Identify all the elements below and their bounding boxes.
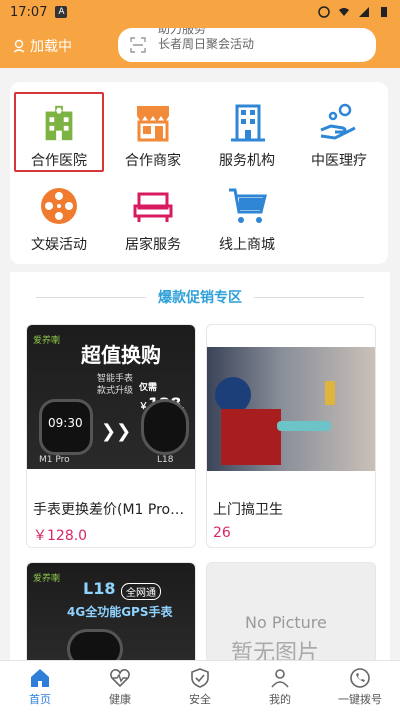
- network-badge: 全网通: [121, 583, 161, 600]
- sofa-icon: [133, 192, 173, 222]
- divider: [254, 296, 364, 298]
- product-card[interactable]: No Picture 暂无图片: [206, 562, 376, 660]
- wifi-icon: [339, 8, 349, 16]
- heart-pulse-icon: [110, 668, 130, 687]
- nav-mine[interactable]: 我的: [240, 661, 320, 712]
- service-tcm-therapy[interactable]: 中医理疗: [294, 92, 384, 172]
- service-label: 合作医院: [31, 153, 87, 169]
- service-label: 中医理疗: [311, 153, 367, 169]
- location-pin-icon: [13, 39, 25, 53]
- record-icon: [318, 6, 330, 18]
- signal-icon: [359, 7, 369, 17]
- watch-round-image: [67, 629, 123, 660]
- banner-subtitle: 智能手表 款式升级: [97, 373, 133, 397]
- service-cooperative-hospital[interactable]: 合作医院: [14, 92, 104, 172]
- product-image-watch-l18: 爱养喇 L18 全网通 4G全功能GPS手表: [27, 563, 195, 660]
- worker-figure: [215, 377, 251, 413]
- battery-icon: [381, 7, 387, 17]
- watch-square-image: 09:30: [39, 399, 93, 455]
- service-label: 合作商家: [125, 153, 181, 169]
- product-price: 26: [213, 525, 231, 541]
- worker-uniform: [221, 409, 281, 465]
- app-header: 加载中 助力服务 长者周日聚会活动: [0, 24, 400, 68]
- product-image-cleaning: [207, 347, 375, 471]
- service-home-care[interactable]: 居家服务: [108, 176, 198, 256]
- status-time: 17:07: [10, 4, 48, 20]
- product-card[interactable]: 爱养喇 超值换购 智能手表 款式升级 仅需￥128. 09:30 ❯❯ M1 P…: [26, 324, 196, 548]
- banner-title: L18: [83, 579, 116, 598]
- nav-label: 首页: [29, 692, 51, 706]
- building-icon: [231, 104, 265, 142]
- spray-bottle: [325, 381, 335, 405]
- nav-health[interactable]: 健康: [80, 661, 160, 712]
- service-organization[interactable]: 服务机构: [202, 92, 292, 172]
- service-cooperative-merchant[interactable]: 合作商家: [108, 92, 198, 172]
- hospital-icon: [45, 105, 73, 141]
- product-list: 爱养喇 超值换购 智能手表 款式升级 仅需￥128. 09:30 ❯❯ M1 P…: [10, 322, 390, 660]
- divider: [36, 296, 146, 298]
- notice-bar[interactable]: 助力服务 长者周日聚会活动: [118, 28, 376, 62]
- service-online-mall[interactable]: 线上商城: [202, 176, 292, 256]
- brand-logo: 爱养喇: [33, 574, 61, 584]
- film-reel-icon: [41, 188, 77, 224]
- promo-title: 爆款促销专区: [158, 290, 242, 306]
- nav-one-key-dial[interactable]: 一键拨号: [320, 661, 400, 712]
- service-entertainment[interactable]: 文娱活动: [14, 176, 104, 256]
- nav-safety[interactable]: 安全: [160, 661, 240, 712]
- nav-label: 一键拨号: [338, 692, 382, 706]
- shield-check-icon: [191, 667, 209, 688]
- status-bar: 17:07 A: [0, 0, 400, 24]
- nav-label: 安全: [189, 692, 211, 706]
- product-image-watch: 爱养喇 超值换购 智能手表 款式升级 仅需￥128. 09:30 ❯❯ M1 P…: [27, 325, 195, 469]
- watch-label-left: M1 Pro: [39, 455, 70, 465]
- service-label: 文娱活动: [31, 237, 87, 253]
- banner-subtitle-2: 款式升级: [97, 386, 134, 396]
- banner-subtitle: 4G全功能GPS手表: [67, 605, 173, 619]
- scan-icon: [130, 37, 146, 53]
- banner-subtitle-1: 智能手表: [97, 374, 134, 384]
- home-icon: [31, 668, 49, 687]
- nav-home[interactable]: 首页: [0, 661, 80, 712]
- notification-a-icon: A: [55, 6, 68, 18]
- product-card[interactable]: 上门搞卫生 26: [206, 324, 376, 548]
- location-label: 加载中: [30, 39, 72, 55]
- care-hand-icon: [320, 103, 356, 140]
- product-name: 上门搞卫生: [213, 502, 283, 518]
- phone-icon: [350, 667, 370, 688]
- service-label: 服务机构: [219, 153, 275, 169]
- arrow-icon: ❯❯: [101, 421, 132, 442]
- bottom-navigation: 首页 健康 安全 我的 一键拨号: [0, 660, 400, 712]
- nav-label: 健康: [109, 692, 131, 706]
- brand-logo: 爱养喇: [33, 336, 61, 346]
- watch-label-right: L18: [157, 455, 174, 465]
- service-label: 居家服务: [125, 237, 181, 253]
- no-picture-label-cn: 暂无图片: [231, 641, 320, 660]
- shop-icon: [137, 106, 169, 142]
- cart-icon: [229, 188, 267, 223]
- watch-round-image: [141, 399, 189, 455]
- promo-section-header: 爆款促销专区: [10, 272, 390, 322]
- product-name: 手表更换差价(M1 Pro…: [33, 502, 185, 518]
- location-selector[interactable]: 加载中: [12, 36, 72, 56]
- notice-line-1: 助力服务: [158, 28, 207, 36]
- notice-line-2: 长者周日聚会活动: [158, 37, 255, 51]
- no-picture-label: No Picture: [245, 613, 327, 632]
- watch-time: 09:30: [48, 416, 83, 430]
- nav-label: 我的: [269, 692, 291, 706]
- banner-title: 超值换购: [81, 343, 161, 367]
- glove-arm: [277, 421, 331, 431]
- product-card[interactable]: 爱养喇 L18 全网通 4G全功能GPS手表: [26, 562, 196, 660]
- service-label: 线上商城: [219, 237, 275, 253]
- user-icon: [271, 668, 289, 688]
- product-price: ￥128.0: [33, 528, 88, 544]
- services-grid: 合作医院 合作商家 服务机构 中医理疗 文娱活动 居家服务 线上商城: [10, 82, 388, 264]
